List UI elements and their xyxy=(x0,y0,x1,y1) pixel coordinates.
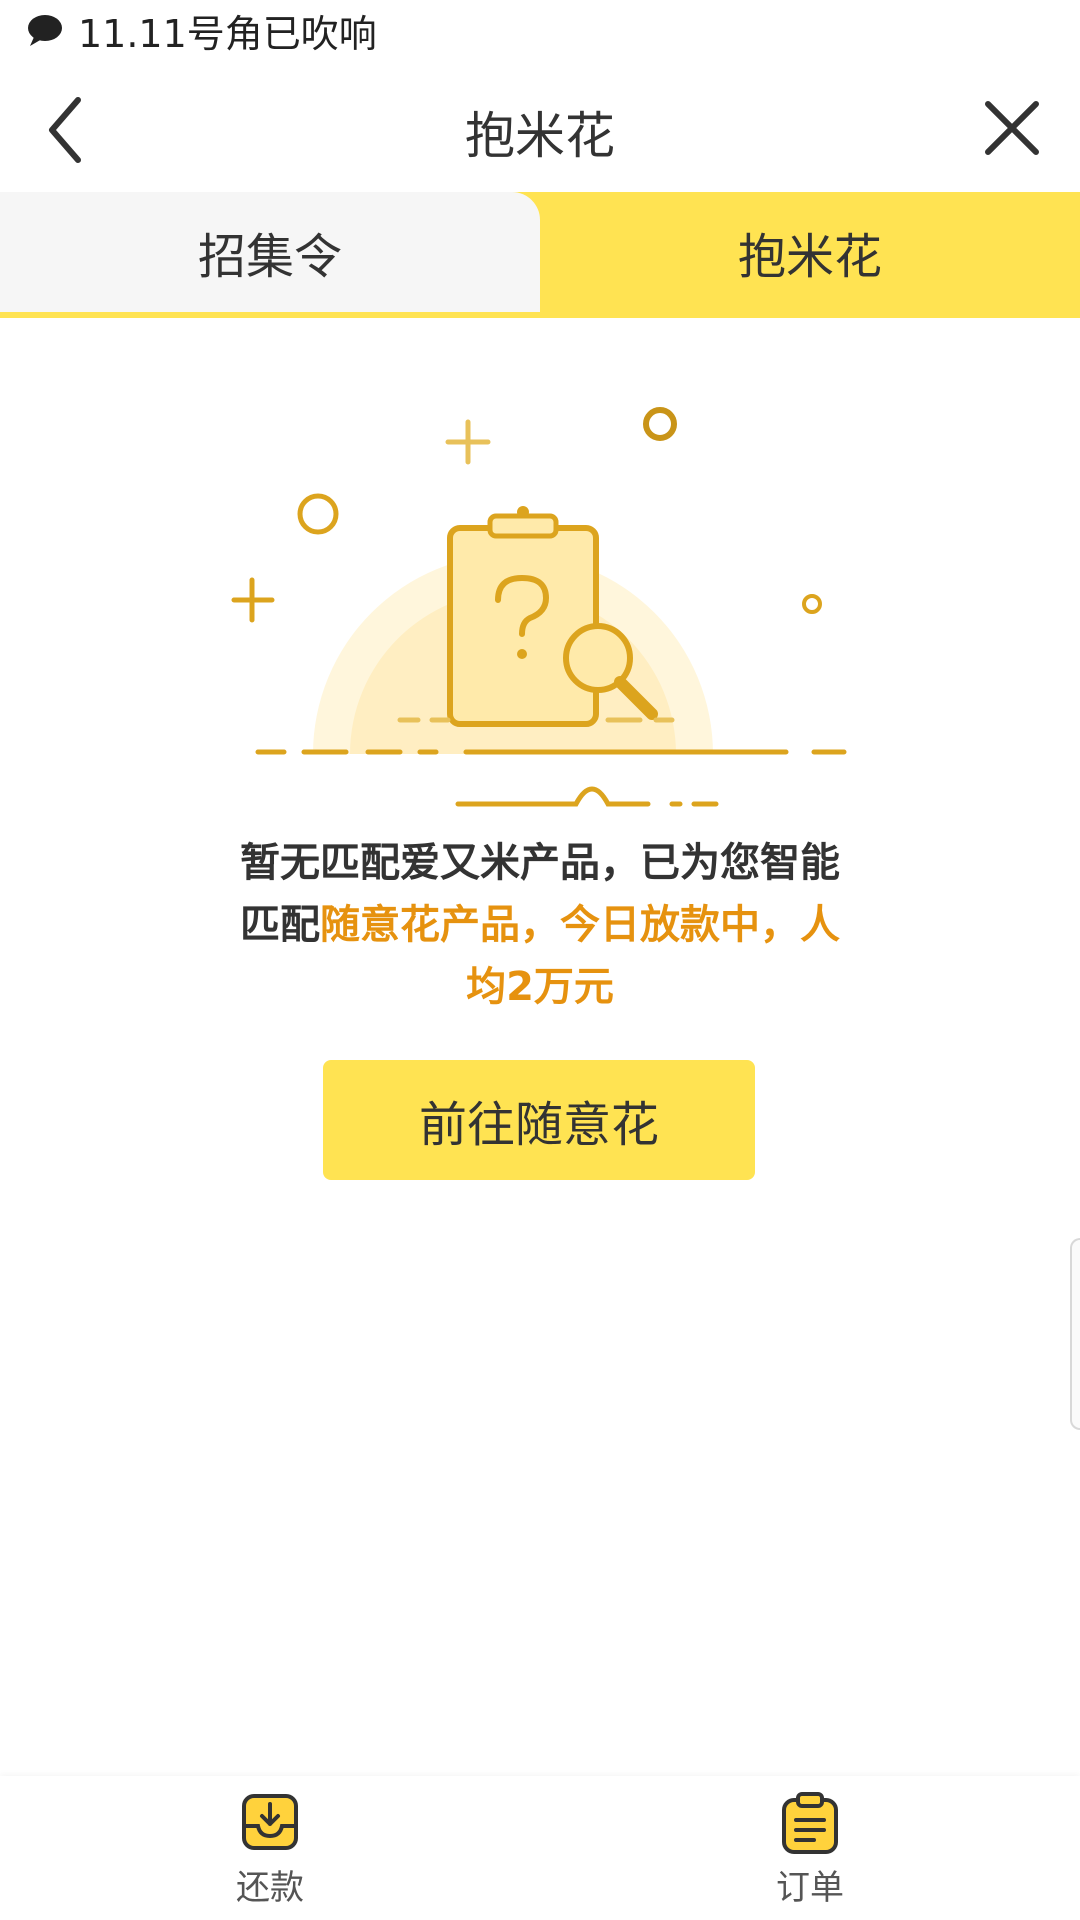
close-icon[interactable] xyxy=(980,96,1044,160)
tab-zhaojiling[interactable]: 招集令 xyxy=(0,192,540,312)
status-bar: 11.11号角已吹响 xyxy=(0,0,1080,60)
tab-baomihua[interactable]: 抱米花 xyxy=(540,192,1080,312)
side-drawer-handle[interactable] xyxy=(1070,1238,1080,1430)
empty-state-message: 暂无匹配爱又米产品，已为您智能匹配随意花产品，今日放款中，人均2万元 xyxy=(230,832,850,1018)
chat-bubble-icon xyxy=(28,15,62,46)
page-header: 抱米花 xyxy=(0,68,1080,188)
page-title: 抱米花 xyxy=(465,107,615,165)
tab-bar: 招集令 抱米花 xyxy=(0,192,1080,318)
nav-label-repay: 还款 xyxy=(236,1868,304,1908)
nav-item-orders[interactable]: 订单 xyxy=(730,1792,890,1912)
bottom-nav: 还款 订单 xyxy=(0,1776,1080,1920)
go-suiyihua-button[interactable]: 前往随意花 xyxy=(323,1060,755,1180)
clipboard-search-icon xyxy=(231,407,847,807)
nav-item-repay[interactable]: 还款 xyxy=(190,1792,350,1912)
nav-label-orders: 订单 xyxy=(776,1868,844,1908)
status-notification-text: 11.11号角已吹响 xyxy=(78,11,377,56)
message-highlight-text: 随意花产品，今日放款中，人均2万元 xyxy=(320,902,840,1010)
clipboard-list-icon xyxy=(782,1792,838,1854)
app-screen: 11.11号角已吹响 抱米花 招集令 抱米花 暂无匹配爱又米产品，已为您智能匹配… xyxy=(0,0,1080,1920)
download-tray-icon xyxy=(242,1794,298,1850)
